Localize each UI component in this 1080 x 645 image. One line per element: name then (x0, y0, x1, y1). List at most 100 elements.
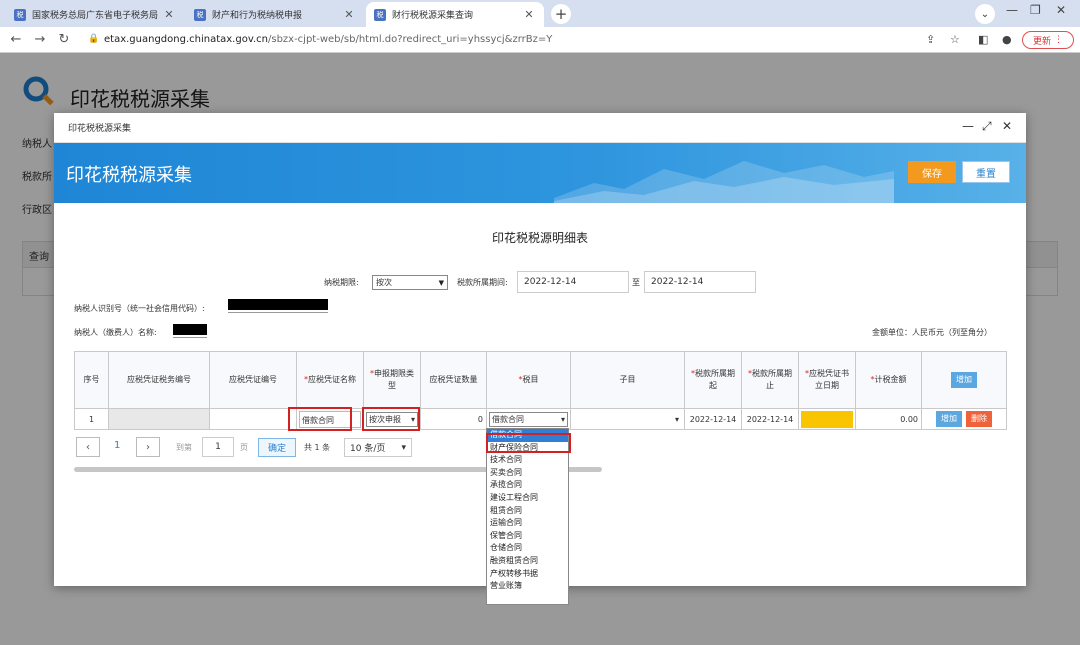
date-start-input[interactable]: 2022-12-14 (517, 271, 629, 293)
goto-page-input[interactable]: 1 (202, 437, 234, 457)
tax-item-dropdown-list: 借款合同 财产保险合同 技术合同 买卖合同 承揽合同 建设工程合同 租赁合同 运… (486, 428, 569, 605)
amount-cell[interactable]: 0.00 (855, 408, 922, 430)
browser-tab-3[interactable]: 税 财行税税源采集查询 ✕ (366, 2, 544, 27)
dropdown-option[interactable]: 买卖合同 (487, 467, 568, 480)
url-path: /sbzx-cjpt-web/sb/html.do?redirect_uri=y… (267, 34, 553, 45)
dropdown-option[interactable]: 运输合同 (487, 517, 568, 530)
browser-tab-bar: 税 国家税务总局广东省电子税务局 ✕ 税 财产和行为税纳税申报 ✕ 税 财行税税… (0, 0, 1080, 27)
tab-label: 国家税务总局广东省电子税务局 (32, 11, 159, 21)
dropdown-option[interactable]: 产权转移书据 (487, 568, 568, 581)
restore-icon[interactable]: ❐ (1030, 3, 1041, 17)
belong-period-label: 税款所属期间: (457, 278, 508, 287)
next-page-icon[interactable]: › (136, 437, 160, 457)
close-icon[interactable]: ✕ (522, 8, 536, 21)
new-tab-icon[interactable]: + (551, 4, 571, 24)
col-header-index: 序号 (74, 351, 109, 409)
lock-icon[interactable]: 🔒 (88, 34, 99, 44)
close-icon[interactable]: ✕ (1002, 119, 1012, 133)
chevron-down-icon[interactable]: ⌄ (975, 4, 995, 24)
dropdown-option[interactable]: 融资租赁合同 (487, 555, 568, 568)
browser-tab-1[interactable]: 税 国家税务总局广东省电子税务局 ✕ (6, 2, 184, 27)
tax-voucher-number-cell (108, 408, 210, 430)
modal-title: 印花税税源采集 (68, 124, 132, 134)
col-header-sub-item: 子目 (570, 351, 685, 409)
great-wall-decoration-icon (554, 161, 894, 203)
source-detail-table: 序号 应税凭证税务编号 应税凭证编号 *应税凭证名称 *申报期限类型 应税凭证数… (74, 351, 1007, 430)
minimize-icon[interactable]: — (962, 119, 974, 133)
close-window-icon[interactable]: ✕ (1056, 3, 1066, 17)
url-field[interactable]: etax.guangdong.chinatax.gov.cn/sbzx-cjpt… (104, 34, 552, 45)
dropdown-option[interactable]: 建设工程合同 (487, 492, 568, 505)
forward-icon[interactable]: → (32, 32, 48, 47)
more-icon: ⋮ (1054, 35, 1063, 45)
reload-icon[interactable]: ↻ (56, 32, 72, 47)
dropdown-option[interactable]: 仓储合同 (487, 542, 568, 555)
back-icon[interactable]: ← (8, 32, 24, 47)
banner-title: 印花税税源采集 (66, 165, 192, 186)
header-text: 应税凭证税务编号 (127, 375, 191, 384)
taxpayer-name-label: 纳税人（缴费人）名称: (74, 328, 157, 337)
modal-header: 印花税税源采集 — ⤢ ✕ (54, 113, 1026, 143)
tax-favicon-icon: 税 (374, 8, 386, 21)
sign-date-input[interactable] (801, 410, 853, 428)
col-header-actions: 增加 (921, 351, 1007, 409)
dropdown-option[interactable]: 营业账簿 (487, 580, 568, 593)
prev-page-icon[interactable]: ‹ (76, 437, 100, 457)
close-icon[interactable]: ✕ (162, 8, 176, 21)
page-size-select[interactable]: 10 条/页 ▾ (344, 438, 412, 457)
save-button[interactable]: 保存 (908, 161, 956, 183)
period-select[interactable]: 按次 ▼ (372, 275, 448, 290)
minimize-icon[interactable]: — (1006, 3, 1018, 17)
profile-icon[interactable]: ● (1002, 33, 1012, 46)
update-label: 更新 (1032, 36, 1051, 47)
dropdown-option[interactable]: 保管合同 (487, 530, 568, 543)
sidebar-icon[interactable]: ◧ (978, 33, 988, 46)
browser-tab-2[interactable]: 税 财产和行为税纳税申报 ✕ (186, 2, 364, 27)
share-icon[interactable]: ⇪ (926, 33, 935, 46)
url-host: etax.guangdong.chinatax.gov.cn (104, 34, 268, 45)
header-text: 税款所属期起 (695, 369, 735, 390)
sub-item-select[interactable]: ▾ (573, 411, 682, 427)
reset-button[interactable]: 重置 (962, 161, 1010, 183)
header-text: 应税凭证书立日期 (809, 369, 849, 390)
period-end-cell[interactable]: 2022-12-14 (741, 408, 799, 430)
highlight-period-type (362, 407, 420, 431)
add-row-button[interactable]: 增加 (951, 372, 977, 388)
header-text: 申报期限类型 (374, 369, 414, 390)
form-title: 印花税税源明细表 (491, 231, 588, 245)
chevron-down-icon: ▼ (438, 278, 444, 287)
confirm-page-button[interactable]: 确定 (258, 438, 296, 457)
goto-label: 到第 (176, 443, 192, 452)
header-text: 序号 (83, 375, 100, 384)
add-button[interactable]: 增加 (936, 411, 962, 427)
col-header-tax-voucher-number: 应税凭证税务编号 (108, 351, 210, 409)
period-start-cell[interactable]: 2022-12-14 (684, 408, 742, 430)
col-header-period-start: *税款所属期起 (684, 351, 742, 409)
table-row: 1 借款合同 按次申报 ▾ 0 借款合同 ▾ ▾ 2022-12-14 2022-1… (74, 408, 1007, 430)
close-icon[interactable]: ✕ (342, 8, 356, 21)
star-icon[interactable]: ☆ (950, 33, 960, 46)
taxpayer-name-underline (173, 337, 207, 338)
header-text: 应税凭证编号 (229, 375, 277, 384)
tax-item-select[interactable]: 借款合同 ▾ (489, 411, 568, 427)
tab-label: 财行税税源采集查询 (392, 11, 474, 21)
dropdown-option[interactable]: 承揽合同 (487, 479, 568, 492)
update-button[interactable]: 更新 ⋮ (1022, 31, 1074, 49)
quantity-cell[interactable]: 0 (420, 408, 487, 430)
sign-date-cell (798, 408, 856, 430)
current-page[interactable]: 1 (114, 440, 120, 451)
taxpayer-id-redacted (228, 299, 328, 310)
voucher-number-cell[interactable] (209, 408, 297, 430)
taxpayer-id-label: 纳税人识别号（统一社会信用代码）: (74, 304, 205, 313)
date-end-input[interactable]: 2022-12-14 (644, 271, 756, 293)
dropdown-option[interactable]: 技术合同 (487, 454, 568, 467)
maximize-icon[interactable]: ⤢ (982, 119, 992, 134)
dropdown-option[interactable]: 租赁合同 (487, 505, 568, 518)
col-header-period-end: *税款所属期止 (741, 351, 799, 409)
header-text: 应税凭证名称 (308, 375, 356, 384)
delete-button[interactable]: 删除 (966, 411, 992, 427)
page-size-value: 10 条/页 (350, 444, 386, 454)
taxpayer-name-redacted (173, 324, 207, 335)
tab-label: 财产和行为税纳税申报 (212, 11, 303, 21)
header-text: 应税凭证数量 (429, 375, 478, 384)
